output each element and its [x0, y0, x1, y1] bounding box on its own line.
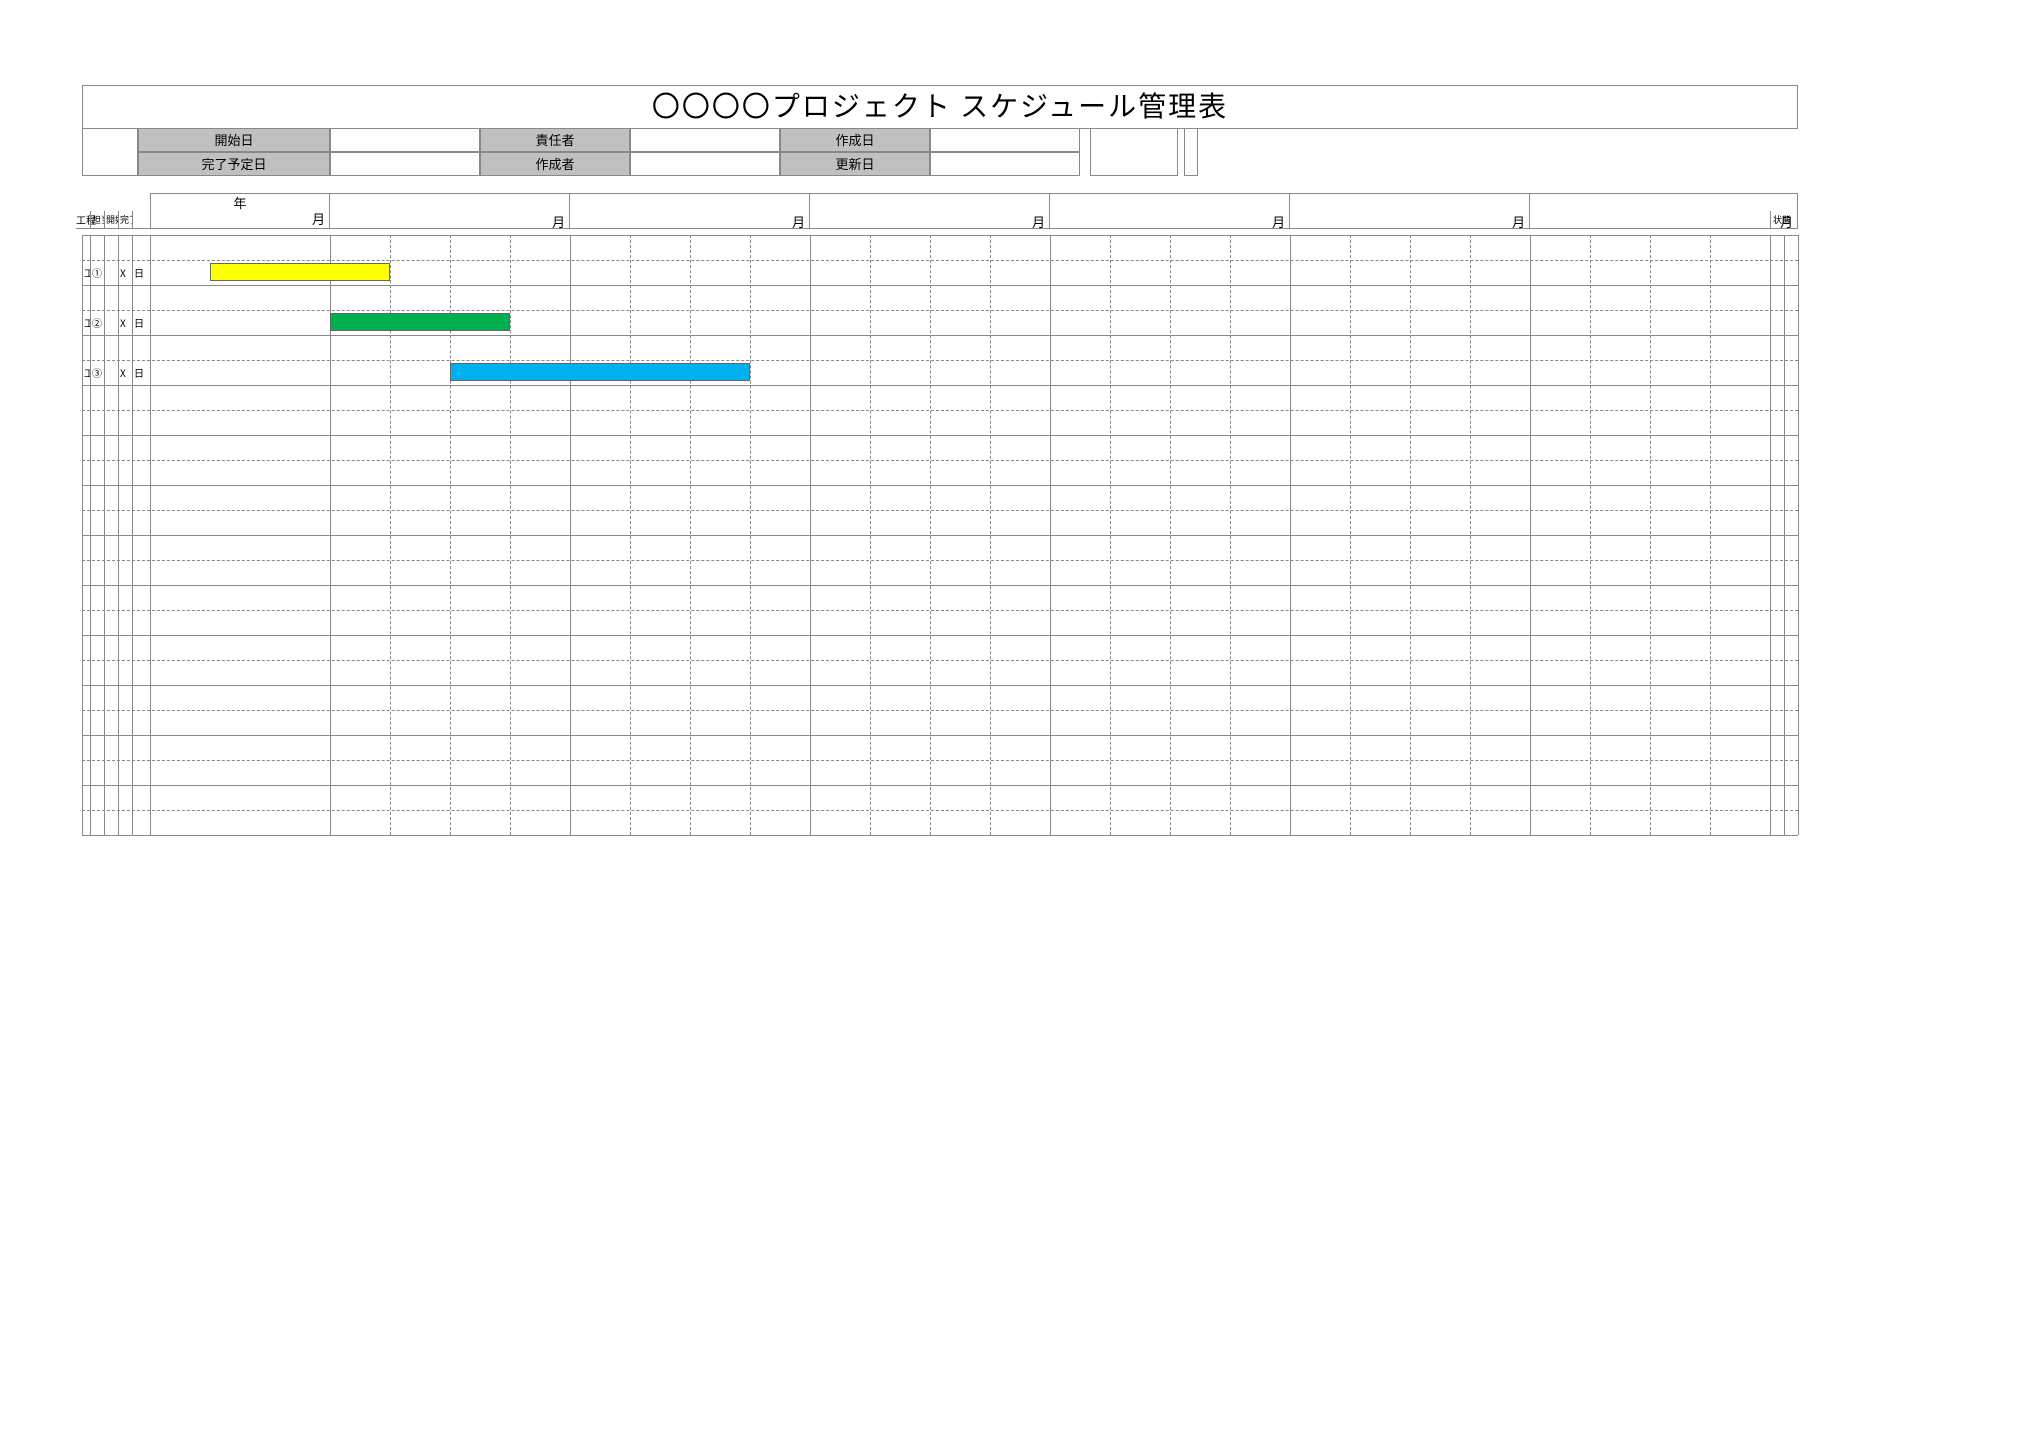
grid-minor-h [82, 460, 1798, 461]
grid-minor-h [82, 310, 1798, 311]
meta-label-updated: 更新日 [780, 152, 930, 176]
col-header-assignee: 担当 [90, 211, 104, 229]
meta-label-author: 作成者 [480, 152, 630, 176]
task-col-assignee: ③ [90, 360, 104, 385]
grid-major-h [82, 785, 1798, 786]
grid-major-h [82, 835, 1798, 836]
task-col-end: X [118, 360, 132, 385]
meta-label-created: 作成日 [780, 128, 930, 152]
gantt-bar[interactable] [330, 313, 510, 331]
grid-major-h [82, 235, 1798, 236]
grid-minor-h [82, 810, 1798, 811]
col-header-month-0: 月 [150, 211, 330, 229]
meta-tail-b [1184, 128, 1198, 176]
meta-label-end: 完了予定日 [138, 152, 330, 176]
grid-major-h [82, 685, 1798, 686]
task-col-process: 工程 [82, 260, 90, 285]
meta-value-updated[interactable] [930, 152, 1080, 176]
grid-major-h [82, 385, 1798, 386]
task-col-process: 工程 [82, 360, 90, 385]
grid-minor-h [82, 360, 1798, 361]
col-header-tail: 月 [1530, 193, 1798, 229]
gantt-bar[interactable] [210, 263, 390, 281]
meta-left-gap [82, 128, 138, 176]
meta-value-created[interactable] [930, 128, 1080, 152]
col-header-year: 年 [150, 193, 330, 211]
page: 〇〇〇〇プロジェクト スケジュール管理表 開始日 責任者 作成日 完了予定日 作… [0, 0, 2040, 1442]
task-col-end: X [118, 260, 132, 285]
grid-minor-h [82, 510, 1798, 511]
grid-major-h [82, 335, 1798, 336]
meta-value-owner[interactable] [630, 128, 780, 152]
meta-value-start[interactable] [330, 128, 480, 152]
task-col-end: X [118, 310, 132, 335]
col-header-month-5: 月 [1290, 193, 1530, 229]
col-header-month-4: 月 [1050, 193, 1290, 229]
meta-label-start: 開始日 [138, 128, 330, 152]
grid-major-v [1798, 235, 1799, 835]
col-header-process: 工程 [76, 211, 90, 229]
month-unit: 月 [312, 209, 325, 228]
col-header-month-1: 月 [330, 193, 570, 229]
meta-label-owner: 責任者 [480, 128, 630, 152]
task-col-extra: 日 [132, 310, 150, 335]
gantt-bar[interactable] [450, 363, 750, 381]
task-col-extra: 日 [132, 260, 150, 285]
grid-major-h [82, 485, 1798, 486]
col-header-end: 完了 [118, 211, 132, 229]
grid-major-h [82, 635, 1798, 636]
task-col-start [104, 260, 118, 285]
grid-major-h [82, 535, 1798, 536]
grid-minor-h [82, 660, 1798, 661]
grid-minor-h [82, 260, 1798, 261]
task-col-process: 工程 [82, 310, 90, 335]
col-header-start: 開始 [104, 211, 118, 229]
task-col-start [104, 360, 118, 385]
page-title: 〇〇〇〇プロジェクト スケジュール管理表 [82, 85, 1798, 125]
grid-major-h [82, 585, 1798, 586]
col-header-month-2: 月 [570, 193, 810, 229]
grid-major-h [82, 285, 1798, 286]
task-col-start [104, 310, 118, 335]
col-header-extra [132, 211, 150, 229]
grid-minor-h [82, 760, 1798, 761]
task-col-assignee: ① [90, 260, 104, 285]
grid-minor-h [82, 610, 1798, 611]
col-header-status: 状態 [1770, 211, 1798, 229]
meta-tail-a [1090, 128, 1178, 176]
meta-value-author[interactable] [630, 152, 780, 176]
grid-minor-h [82, 710, 1798, 711]
meta-value-end[interactable] [330, 152, 480, 176]
grid-minor-h [82, 560, 1798, 561]
task-col-extra: 日 [132, 360, 150, 385]
grid-minor-h [82, 410, 1798, 411]
grid-major-h [82, 435, 1798, 436]
col-header-month-3: 月 [810, 193, 1050, 229]
task-col-assignee: ② [90, 310, 104, 335]
grid-major-h [82, 735, 1798, 736]
